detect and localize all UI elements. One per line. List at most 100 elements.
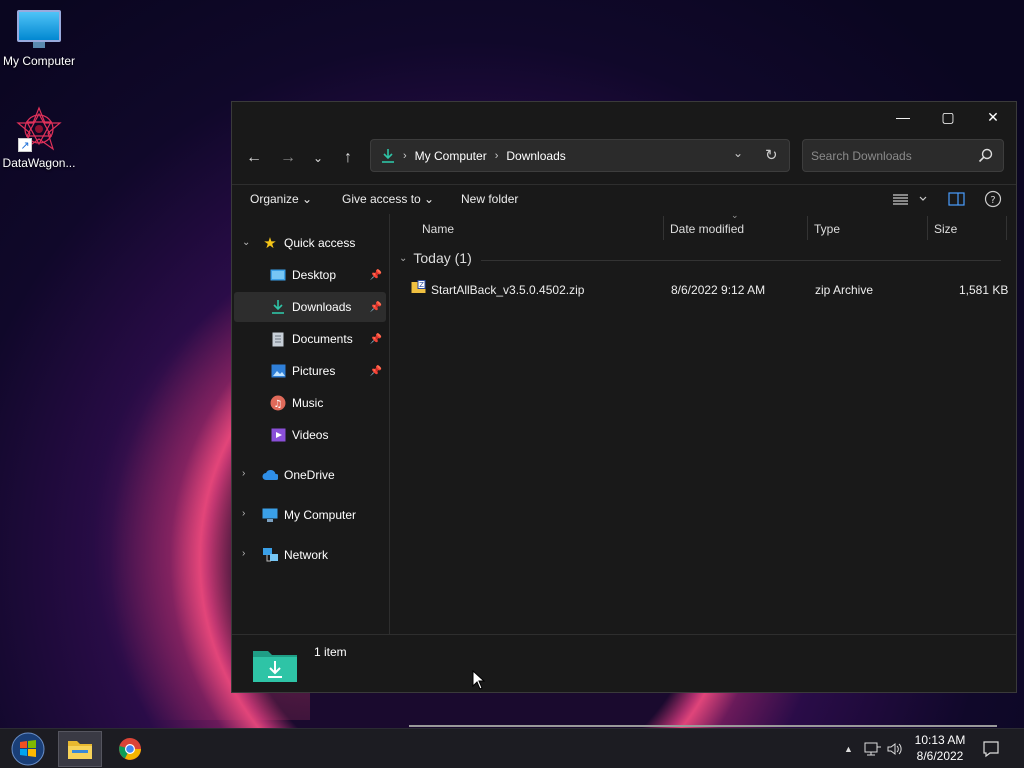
chevron-down-icon[interactable]: ⌄	[242, 237, 250, 248]
notification-center-icon[interactable]	[982, 729, 1000, 768]
column-divider[interactable]	[807, 216, 808, 240]
horizontal-scrollbar[interactable]	[409, 725, 997, 727]
file-date-modified: 8/6/2022 9:12 AM	[671, 283, 766, 297]
clock-date: 8/6/2022	[916, 749, 964, 763]
tree-network[interactable]: › Network	[234, 540, 386, 570]
address-dropdown-button[interactable]: ⌄	[733, 146, 743, 160]
column-divider[interactable]	[1006, 216, 1007, 240]
column-divider[interactable]	[927, 216, 928, 240]
search-box[interactable]	[802, 139, 1004, 172]
pictures-icon	[270, 363, 286, 379]
sidebar-item-label: Documents	[292, 332, 353, 346]
column-header-name[interactable]: Name	[422, 214, 454, 244]
svg-text:Z: Z	[419, 281, 424, 289]
pin-icon[interactable]: 📌	[370, 270, 382, 281]
shortcut-arrow-icon: ↗	[18, 138, 32, 152]
document-icon	[270, 331, 286, 347]
downloads-folder-icon	[252, 645, 298, 686]
sidebar-item-label: Downloads	[292, 300, 352, 314]
tree-item-label: Network	[284, 548, 329, 562]
command-bar: Organize ⌄ Give access to ⌄ New folder ?	[232, 184, 1016, 214]
desktop-icon-my-computer[interactable]: My Computer	[0, 10, 78, 68]
sidebar-item-label: Music	[292, 396, 324, 410]
pin-icon[interactable]: 📌	[370, 302, 382, 313]
tree-onedrive[interactable]: › OneDrive	[234, 460, 386, 490]
volume-icon[interactable]	[886, 729, 904, 768]
network-tray-icon[interactable]	[862, 729, 882, 768]
pin-icon[interactable]: 📌	[370, 334, 382, 345]
address-bar[interactable]: › My Computer › Downloads ⌄ ↻	[370, 139, 790, 172]
network-icon	[262, 547, 278, 563]
up-button[interactable]: ↑	[336, 146, 360, 170]
give-access-menu[interactable]: Give access to ⌄	[342, 192, 434, 206]
breadcrumb-my-computer[interactable]: My Computer	[415, 149, 487, 163]
pin-icon[interactable]: 📌	[370, 366, 382, 377]
explorer-window: — ▢ ✕ ← → ⌄ ↑ › My Computer › Downloads …	[231, 101, 1017, 727]
svg-text:♫: ♫	[274, 399, 283, 410]
download-icon	[270, 299, 286, 315]
chevron-down-icon[interactable]: ⌄	[399, 253, 407, 264]
taskbar: ▲ 10:13 AM 8/6/2022	[0, 728, 1024, 768]
chevron-right-icon[interactable]: ›	[242, 468, 245, 479]
table-row[interactable]: Z StartAllBack_v3.5.0.4502.zip 8/6/2022 …	[407, 276, 1009, 304]
desktop-folder-icon	[270, 267, 286, 283]
back-button[interactable]: ←	[242, 146, 266, 170]
preview-pane-icon[interactable]	[948, 192, 965, 209]
sidebar-item-label: Desktop	[292, 268, 337, 282]
music-icon: ♫	[270, 395, 286, 411]
minimize-button[interactable]: —	[880, 102, 926, 132]
tree-quick-access[interactable]: ⌄ ★ Quick access	[234, 228, 386, 258]
title-bar[interactable]: — ▢ ✕	[232, 102, 1016, 132]
column-header-size[interactable]: Size	[934, 214, 957, 244]
refresh-button[interactable]: ↻	[765, 146, 778, 164]
forward-button[interactable]: →	[276, 146, 300, 170]
column-divider[interactable]	[663, 216, 664, 240]
maximize-button[interactable]: ▢	[925, 102, 971, 132]
tray-overflow-button[interactable]: ▲	[844, 729, 853, 768]
sidebar-item-videos[interactable]: Videos	[234, 420, 386, 450]
organize-menu[interactable]: Organize ⌄	[250, 192, 312, 206]
column-header-date-modified[interactable]: Date modified	[670, 214, 744, 244]
taskbar-file-explorer[interactable]	[58, 731, 102, 767]
sidebar-item-label: Videos	[292, 428, 329, 442]
sidebar-item-downloads[interactable]: Downloads 📌	[234, 292, 386, 322]
sidebar-item-music[interactable]: ♫ Music	[234, 388, 386, 418]
videos-icon	[270, 427, 286, 443]
breadcrumb-downloads[interactable]: Downloads	[506, 149, 565, 163]
breadcrumb-separator: ›	[494, 149, 499, 162]
svg-text:?: ?	[990, 195, 995, 206]
navigation-pane: ⌄ ★ Quick access Desktop 📌 Downloads 📌 D…	[232, 214, 390, 634]
file-list: ⌄ Name Date modified Type Size ⌄ Today (…	[391, 210, 1016, 727]
status-bar: 1 item	[232, 634, 1016, 694]
recent-locations-button[interactable]: ⌄	[306, 146, 330, 170]
sidebar-item-label: Pictures	[292, 364, 336, 378]
sidebar-item-pictures[interactable]: Pictures 📌	[234, 356, 386, 386]
sidebar-item-desktop[interactable]: Desktop 📌	[234, 260, 386, 290]
view-options-icon[interactable]	[892, 191, 928, 210]
cloud-icon	[262, 467, 278, 483]
chevron-right-icon[interactable]: ›	[242, 508, 245, 519]
start-button[interactable]	[6, 731, 50, 767]
chevron-right-icon[interactable]: ›	[242, 548, 245, 559]
column-header-type[interactable]: Type	[814, 214, 840, 244]
group-header-today[interactable]: ⌄ Today (1)	[399, 250, 472, 266]
group-label: Today (1)	[413, 250, 472, 266]
help-icon[interactable]: ?	[984, 190, 1002, 211]
system-clock[interactable]: 10:13 AM 8/6/2022	[905, 732, 975, 764]
file-size: 1,581 KB	[959, 283, 1009, 297]
clock-time: 10:13 AM	[914, 733, 966, 747]
navigation-row: ← → ⌄ ↑ › My Computer › Downloads ⌄ ↻	[232, 132, 1016, 182]
download-icon	[381, 148, 395, 164]
taskbar-chrome[interactable]	[108, 731, 152, 767]
close-button[interactable]: ✕	[970, 102, 1016, 132]
search-input[interactable]	[811, 148, 971, 163]
group-divider	[481, 260, 1001, 261]
search-icon[interactable]	[978, 148, 993, 166]
new-folder-button[interactable]: New folder	[461, 192, 518, 206]
desktop-icon-datawagon[interactable]: ↗ DataWagon...	[0, 106, 78, 170]
tree-my-computer[interactable]: › My Computer	[234, 500, 386, 530]
sidebar-item-documents[interactable]: Documents 📌	[234, 324, 386, 354]
breadcrumb-separator: ›	[403, 149, 407, 162]
desktop-icon-label: DataWagon...	[2, 156, 76, 170]
item-count: 1 item	[314, 645, 347, 659]
